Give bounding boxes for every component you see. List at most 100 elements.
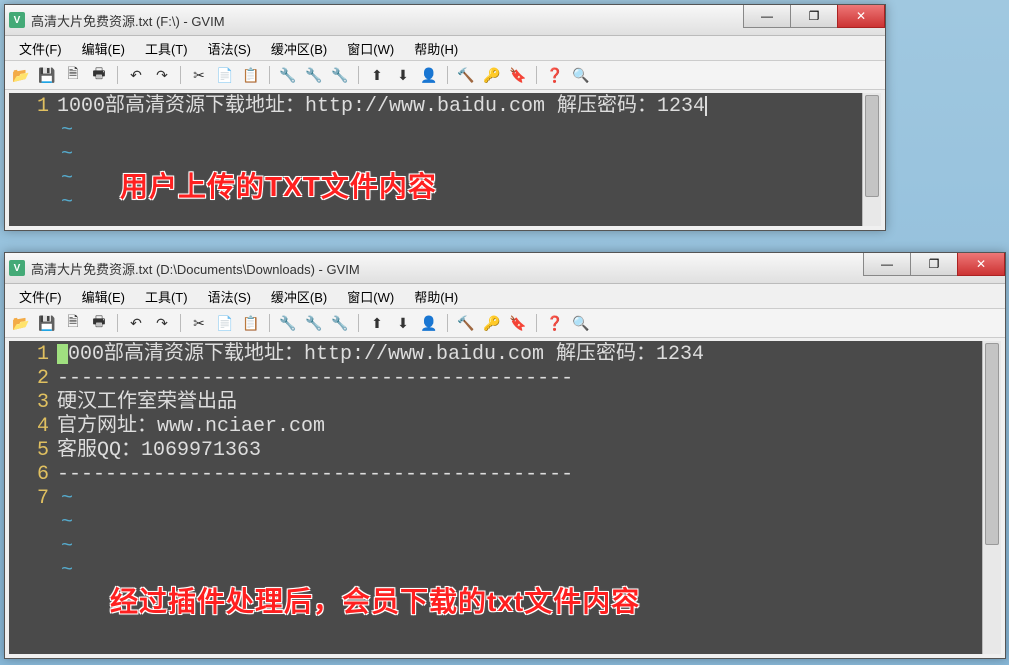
toolbar-button-icon[interactable]: 🔍 bbox=[571, 65, 591, 85]
code-line[interactable]: 官方网址：www.nciaer.com bbox=[57, 415, 1001, 439]
menu-item[interactable]: 窗口(W) bbox=[337, 285, 404, 308]
toolbar-button-icon[interactable]: 📋 bbox=[241, 65, 261, 85]
line-number: 3 bbox=[9, 391, 49, 415]
toolbar-button-icon[interactable]: 💾 bbox=[37, 313, 57, 333]
toolbar-separator bbox=[536, 314, 537, 332]
minimize-button[interactable]: — bbox=[863, 253, 911, 276]
toolbar-button-icon[interactable]: 🔨 bbox=[456, 313, 476, 333]
empty-line-tilde: ~ bbox=[57, 511, 1001, 535]
maximize-button[interactable]: ❐ bbox=[790, 5, 838, 28]
code-line[interactable]: 000部高清资源下载地址：http://www.baidu.com 解压密码：1… bbox=[57, 343, 1001, 367]
menu-item[interactable]: 语法(S) bbox=[198, 285, 261, 308]
toolbar-button-icon[interactable]: 👤 bbox=[419, 313, 439, 333]
close-button[interactable]: ✕ bbox=[957, 253, 1005, 276]
menu-item[interactable]: 窗口(W) bbox=[337, 37, 404, 60]
toolbar-button-icon[interactable]: 📄 bbox=[215, 313, 235, 333]
menu-item[interactable]: 语法(S) bbox=[198, 37, 261, 60]
toolbar-button-icon[interactable]: ⬇ bbox=[393, 313, 413, 333]
toolbar-button-icon[interactable]: ✂ bbox=[189, 65, 209, 85]
cursor-block bbox=[57, 344, 68, 364]
code-line[interactable]: ----------------------------------------… bbox=[57, 367, 1001, 391]
annotation-text-2: 经过插件处理后，会员下载的txt文件内容 bbox=[110, 580, 640, 620]
toolbar-button-icon[interactable]: 🖶 bbox=[89, 65, 109, 85]
toolbar-button-icon[interactable]: 🔧 bbox=[278, 65, 298, 85]
toolbar-button-icon[interactable]: 🔖 bbox=[508, 313, 528, 333]
scrollbar-thumb[interactable] bbox=[985, 343, 999, 545]
menu-item[interactable]: 文件(F) bbox=[9, 37, 72, 60]
window-controls: — ❐ ✕ bbox=[864, 253, 1005, 276]
menu-item[interactable]: 缓冲区(B) bbox=[261, 285, 337, 308]
toolbar-button-icon[interactable]: ❓ bbox=[545, 313, 565, 333]
toolbar: 📂 💾 🗎 🖶 ↶ ↷ ✂ 📄 📋 🔧 🔧 🔧 ⬆ ⬇ 👤 🔨 🔑 🔖 ❓ 🔍 bbox=[5, 309, 1005, 338]
toolbar-button-icon[interactable]: ⬆ bbox=[367, 313, 387, 333]
toolbar-button-icon[interactable]: ↶ bbox=[126, 65, 146, 85]
toolbar-button-icon[interactable]: 📋 bbox=[241, 313, 261, 333]
toolbar-separator bbox=[269, 66, 270, 84]
toolbar-button-icon[interactable]: 🔑 bbox=[482, 313, 502, 333]
scrollbar-thumb[interactable] bbox=[865, 95, 879, 197]
line-number: 5 bbox=[9, 439, 49, 463]
menubar: 文件(F)编辑(E)工具(T)语法(S)缓冲区(B)窗口(W)帮助(H) bbox=[5, 284, 1005, 309]
minimize-button[interactable]: — bbox=[743, 5, 791, 28]
titlebar[interactable]: V 高清大片免费资源.txt (F:\) - GVIM — ❐ ✕ bbox=[5, 5, 885, 36]
code-content[interactable]: 1000部高清资源下载地址：http://www.baidu.com 解压密码：… bbox=[57, 93, 881, 226]
toolbar-separator bbox=[447, 314, 448, 332]
toolbar-button-icon[interactable]: ⬇ bbox=[393, 65, 413, 85]
toolbar-button-icon[interactable]: 🔍 bbox=[571, 313, 591, 333]
code-line[interactable]: 客服QQ：1069971363 bbox=[57, 439, 1001, 463]
maximize-button[interactable]: ❐ bbox=[910, 253, 958, 276]
toolbar-button-icon[interactable]: 📂 bbox=[11, 313, 31, 333]
window-controls: — ❐ ✕ bbox=[744, 5, 885, 28]
code-line[interactable]: 硬汉工作室荣誉出品 bbox=[57, 391, 1001, 415]
app-icon: V bbox=[9, 260, 25, 276]
toolbar-button-icon[interactable]: ❓ bbox=[545, 65, 565, 85]
menu-item[interactable]: 工具(T) bbox=[135, 37, 198, 60]
line-number: 6 bbox=[9, 463, 49, 487]
toolbar-button-icon[interactable]: 📄 bbox=[215, 65, 235, 85]
menu-item[interactable]: 编辑(E) bbox=[72, 285, 135, 308]
toolbar-button-icon[interactable]: 🔨 bbox=[456, 65, 476, 85]
close-button[interactable]: ✕ bbox=[837, 5, 885, 28]
code-line[interactable]: 1000部高清资源下载地址：http://www.baidu.com 解压密码：… bbox=[57, 95, 881, 119]
line-number-gutter: 1234567 bbox=[9, 341, 57, 654]
titlebar[interactable]: V 高清大片免费资源.txt (D:\Documents\Downloads) … bbox=[5, 253, 1005, 284]
menu-item[interactable]: 编辑(E) bbox=[72, 37, 135, 60]
toolbar-button-icon[interactable]: 🔧 bbox=[304, 313, 324, 333]
toolbar-button-icon[interactable]: 📂 bbox=[11, 65, 31, 85]
editor-area[interactable]: 1 1000部高清资源下载地址：http://www.baidu.com 解压密… bbox=[9, 93, 881, 226]
toolbar-button-icon[interactable]: ✂ bbox=[189, 313, 209, 333]
window-title: 高清大片免费资源.txt (F:\) - GVIM bbox=[31, 11, 225, 30]
toolbar-button-icon[interactable]: 🔖 bbox=[508, 65, 528, 85]
vertical-scrollbar[interactable] bbox=[982, 341, 1001, 654]
toolbar-button-icon[interactable]: ↷ bbox=[152, 313, 172, 333]
toolbar-button-icon[interactable]: 💾 bbox=[37, 65, 57, 85]
line-number-gutter: 1 bbox=[9, 93, 57, 226]
toolbar-button-icon[interactable]: ⬆ bbox=[367, 65, 387, 85]
toolbar-button-icon[interactable]: 🗎 bbox=[63, 65, 83, 85]
menubar: 文件(F)编辑(E)工具(T)语法(S)缓冲区(B)窗口(W)帮助(H) bbox=[5, 36, 885, 61]
toolbar-button-icon[interactable]: 🔧 bbox=[330, 65, 350, 85]
menu-item[interactable]: 工具(T) bbox=[135, 285, 198, 308]
vertical-scrollbar[interactable] bbox=[862, 93, 881, 226]
toolbar-button-icon[interactable]: ↷ bbox=[152, 65, 172, 85]
toolbar-button-icon[interactable]: 🗎 bbox=[63, 313, 83, 333]
menu-item[interactable]: 文件(F) bbox=[9, 285, 72, 308]
toolbar-button-icon[interactable]: 🔧 bbox=[278, 313, 298, 333]
toolbar: 📂 💾 🗎 🖶 ↶ ↷ ✂ 📄 📋 🔧 🔧 🔧 ⬆ ⬇ 👤 🔨 🔑 🔖 ❓ 🔍 bbox=[5, 61, 885, 90]
toolbar-button-icon[interactable]: 🔧 bbox=[330, 313, 350, 333]
insert-cursor bbox=[705, 96, 707, 116]
menu-item[interactable]: 帮助(H) bbox=[404, 285, 468, 308]
toolbar-button-icon[interactable]: 🔑 bbox=[482, 65, 502, 85]
code-line[interactable]: ----------------------------------------… bbox=[57, 463, 1001, 487]
toolbar-separator bbox=[447, 66, 448, 84]
toolbar-button-icon[interactable]: ↶ bbox=[126, 313, 146, 333]
menu-item[interactable]: 帮助(H) bbox=[404, 37, 468, 60]
app-icon: V bbox=[9, 12, 25, 28]
empty-line-tilde: ~ bbox=[57, 119, 881, 143]
menu-item[interactable]: 缓冲区(B) bbox=[261, 37, 337, 60]
toolbar-button-icon[interactable]: 👤 bbox=[419, 65, 439, 85]
line-number: 1 bbox=[9, 95, 49, 119]
line-number: 1 bbox=[9, 343, 49, 367]
toolbar-button-icon[interactable]: 🔧 bbox=[304, 65, 324, 85]
toolbar-button-icon[interactable]: 🖶 bbox=[89, 313, 109, 333]
